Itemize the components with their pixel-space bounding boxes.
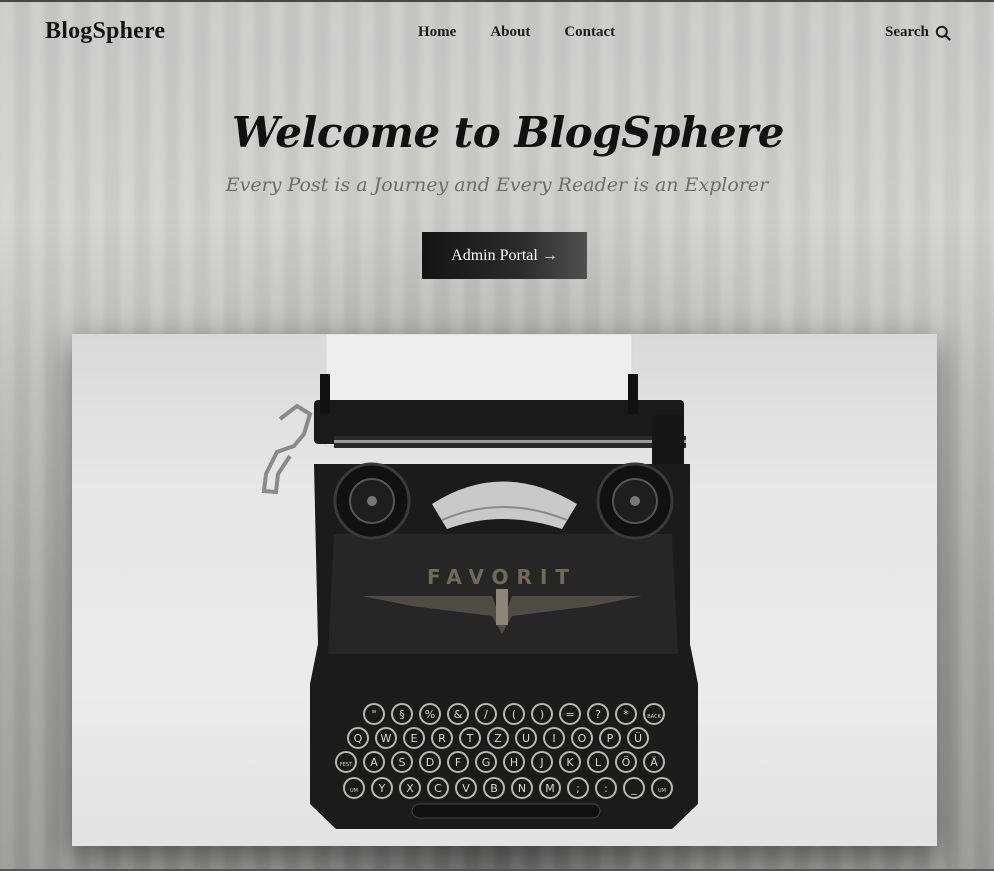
typewriter-illustration: === FAVORIT "§%&/()=?*BACKQWERTZUIOPÜFES… bbox=[261, 334, 698, 829]
typewriter-key-label: " bbox=[371, 708, 376, 721]
typewriter-key-label: W bbox=[381, 732, 392, 745]
typewriter-key-label: § bbox=[399, 708, 405, 721]
typewriter-key-label: _ bbox=[630, 782, 637, 795]
typewriter-key-label: H bbox=[510, 756, 518, 769]
typewriter-key-label: Ö bbox=[622, 756, 631, 769]
typewriter-key-label: L bbox=[595, 756, 602, 769]
typewriter-key-label: I bbox=[552, 732, 555, 745]
typewriter-key-label: C bbox=[434, 782, 442, 795]
typewriter-key-label: BACK bbox=[647, 714, 661, 720]
typewriter-key-label: J bbox=[539, 756, 543, 769]
typewriter-key-label: D bbox=[426, 756, 434, 769]
hero-subtitle: Every Post is a Journey and Every Reader… bbox=[225, 174, 769, 196]
search-label: Search bbox=[885, 24, 929, 40]
typewriter-key-label: ? bbox=[595, 708, 601, 721]
typewriter-key-label: P bbox=[607, 732, 614, 745]
typewriter-key-label: E bbox=[411, 732, 418, 745]
typewriter-key-label: M bbox=[545, 782, 555, 795]
search-icon bbox=[935, 25, 951, 41]
typewriter-key-label: G bbox=[482, 756, 491, 769]
typewriter-key-label: = bbox=[565, 708, 574, 721]
typewriter-key-label: A bbox=[370, 756, 378, 769]
hero-title: Welcome to BlogSphere bbox=[232, 108, 784, 157]
typewriter-brand-plate: FAVORIT bbox=[427, 565, 577, 589]
typewriter-key-label: ) bbox=[540, 708, 544, 721]
typewriter-key-label: U bbox=[522, 732, 530, 745]
typewriter-key-label: F bbox=[455, 756, 461, 769]
typewriter-key-label: V bbox=[462, 782, 470, 795]
typewriter-key-label: Ä bbox=[650, 756, 658, 769]
typewriter-key-label: Q bbox=[354, 732, 363, 745]
typewriter-key-label: & bbox=[454, 708, 463, 721]
nav-link-about[interactable]: About bbox=[490, 24, 530, 41]
typewriter-key-label: T bbox=[466, 732, 474, 745]
typewriter-key-label: N bbox=[518, 782, 526, 795]
typewriter-key-label: ; bbox=[576, 782, 580, 795]
search-button[interactable]: Search bbox=[885, 24, 951, 41]
admin-portal-button[interactable]: Admin Portal → bbox=[422, 232, 587, 279]
typewriter-key-label: ( bbox=[512, 708, 516, 721]
typewriter-key-label: % bbox=[425, 708, 435, 721]
typewriter-key-label: Ü bbox=[634, 732, 642, 745]
typewriter-key-label: R bbox=[438, 732, 446, 745]
typewriter-key-label: K bbox=[566, 756, 574, 769]
typewriter-key-label: X bbox=[406, 782, 414, 795]
hero-image: === FAVORIT "§%&/()=?*BACKQWERTZUIOPÜFES… bbox=[72, 334, 937, 846]
typewriter-key-label: Z bbox=[494, 732, 502, 745]
typewriter-key-label: O bbox=[578, 732, 587, 745]
typewriter-key-label: : bbox=[604, 782, 608, 795]
typewriter-key-label: UM bbox=[350, 788, 358, 794]
typewriter-key-label: / bbox=[484, 708, 488, 721]
typewriter-key-label: * bbox=[623, 708, 629, 721]
nav-links: Home About Contact bbox=[418, 24, 615, 41]
typewriter-key-label: UM bbox=[658, 788, 666, 794]
navbar: BlogSphere Home About Contact Search bbox=[0, 0, 994, 66]
brand-logo[interactable]: BlogSphere bbox=[45, 18, 165, 45]
nav-link-home[interactable]: Home bbox=[418, 24, 456, 41]
typewriter-key-label: S bbox=[399, 756, 406, 769]
typewriter-key-label: B bbox=[490, 782, 498, 795]
typewriter-key-label: Y bbox=[378, 782, 386, 795]
typewriter-key-label: FEST bbox=[340, 762, 353, 768]
nav-link-contact[interactable]: Contact bbox=[564, 24, 615, 41]
